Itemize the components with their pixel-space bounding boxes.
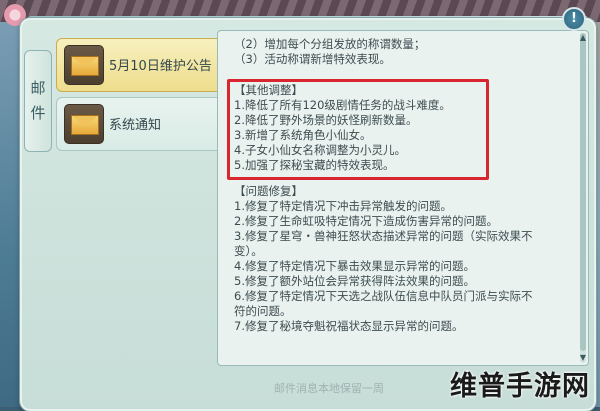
mail-side-tab-char-1: 邮 — [30, 79, 46, 97]
content-line: 符的问题。 — [234, 304, 292, 318]
envelope-icon — [64, 104, 104, 144]
mail-item-label: 系统通知 — [109, 118, 162, 133]
mail-side-tab-char-2: 件 — [30, 104, 46, 122]
mail-item-system-notice[interactable]: 系统通知 — [56, 97, 231, 151]
content-section-heading: 【问题修复】 — [234, 184, 303, 198]
content-line: 6.修复了特定情况下天选之战队伍信息中队员门派与实际不 — [234, 289, 533, 303]
content-line: 2.修复了生命虹吸特定情况下造成伤害异常的问题。 — [234, 214, 498, 228]
watermark: 维普手游网 — [450, 371, 590, 402]
footer-note: 邮件消息本地保留一周 — [274, 382, 384, 395]
envelope-icon — [64, 45, 104, 85]
scroll-down-arrow-icon[interactable]: ▼ — [579, 354, 587, 362]
highlight-box — [227, 79, 489, 180]
mail-item-maintenance-notice[interactable]: 5月10日维护公告 — [56, 38, 231, 92]
content-line: （3）活动称谓新增特效表现。 — [234, 52, 391, 66]
mail-content-area[interactable]: （2）增加每个分组发放的称谓数量； （3）活动称谓新增特效表现。 【其他调整】 … — [217, 30, 589, 366]
mail-side-tab[interactable]: 邮 件 — [24, 50, 52, 152]
scroll-up-arrow-icon[interactable]: ▲ — [579, 34, 587, 42]
content-line: 4.修复了特定情况下暴击效果显示异常的问题。 — [234, 259, 475, 273]
content-line: 3.修复了星穹・兽神狂怒状态描述异常的问题（实际效果不 — [234, 229, 533, 243]
info-icon[interactable]: ! — [562, 7, 586, 31]
content-line: 5.修复了额外站位会异常获得阵法效果的问题。 — [234, 274, 475, 288]
content-line: （2）增加每个分组发放的称谓数量； — [234, 37, 426, 51]
content-line: 7.修复了秘境夺魁祝福状态显示异常的问题。 — [234, 319, 464, 333]
content-line: 1.修复了特定情况下冲击异常触发的问题。 — [234, 199, 452, 213]
mail-item-label: 5月10日维护公告 — [109, 59, 212, 74]
content-line: 变）。 — [234, 244, 263, 258]
scrollbar-thumb[interactable] — [580, 33, 586, 351]
